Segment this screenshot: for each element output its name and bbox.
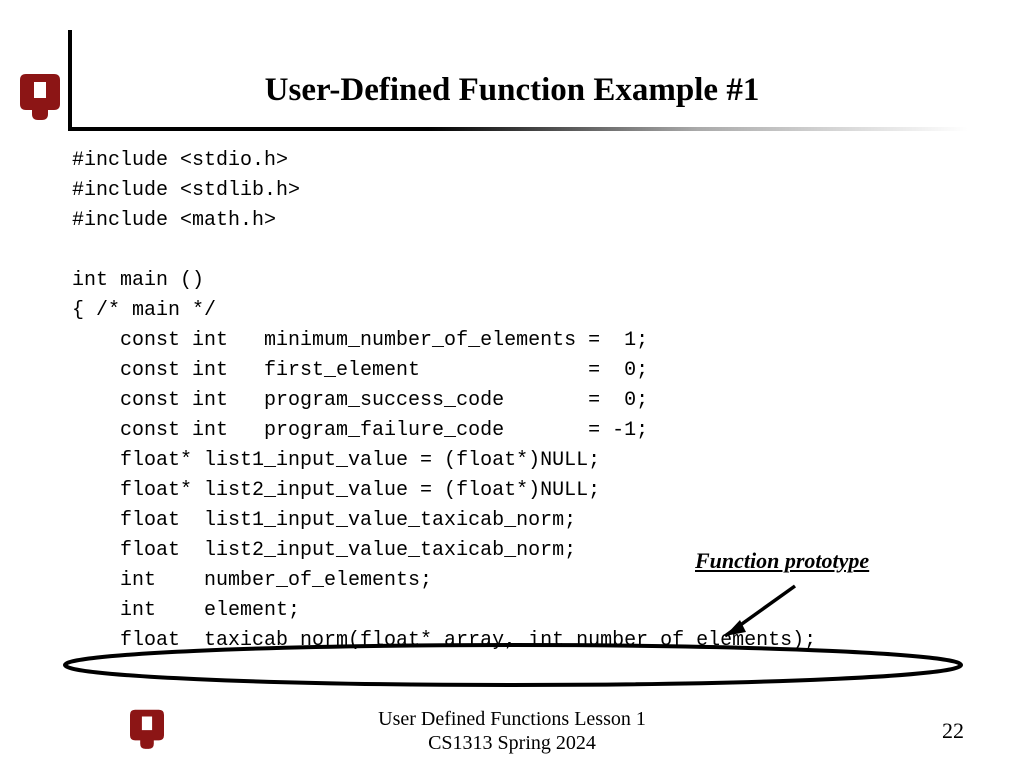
- slide-title: User-Defined Function Example #1: [0, 72, 1024, 109]
- page-number: 22: [942, 718, 964, 744]
- code-block: #include <stdio.h> #include <stdlib.h> #…: [72, 146, 816, 656]
- callout-label: Function prototype: [695, 548, 869, 574]
- footer: User Defined Functions Lesson 1 CS1313 S…: [0, 707, 1024, 755]
- title-horizontal-rule: [68, 127, 968, 131]
- footer-lesson: User Defined Functions Lesson 1: [0, 707, 1024, 731]
- footer-course: CS1313 Spring 2024: [0, 731, 1024, 755]
